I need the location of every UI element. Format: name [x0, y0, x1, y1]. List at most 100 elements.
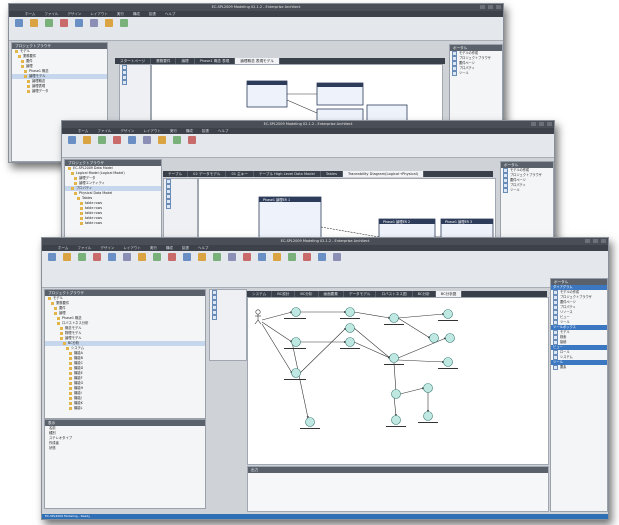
ribbon-button[interactable] [46, 253, 57, 269]
connector[interactable] [353, 341, 391, 359]
output-panel: 出力 [247, 466, 549, 512]
ribbon-button[interactable] [118, 19, 129, 35]
control-object[interactable] [423, 383, 433, 393]
diagram-tab[interactable]: テーブル [163, 171, 189, 177]
ribbon[interactable] [42, 251, 608, 288]
ribbon-button[interactable] [286, 253, 297, 269]
window-controls[interactable] [480, 5, 501, 9]
ribbon-button[interactable] [76, 253, 87, 269]
ribbon-button[interactable] [151, 253, 162, 269]
toolbox-item[interactable] [164, 204, 197, 209]
boundary-object[interactable] [291, 307, 301, 317]
window-controls[interactable] [585, 239, 606, 243]
diagram-canvas[interactable] [151, 64, 443, 124]
ribbon-button[interactable] [241, 253, 252, 269]
ribbon-button[interactable] [103, 19, 114, 35]
connector[interactable] [397, 337, 447, 359]
ribbon-button[interactable] [121, 253, 132, 269]
ribbon-button[interactable] [331, 253, 342, 269]
object-label [418, 422, 438, 423]
portal-panel: ポータル ダイアグラム モデルの作成 プロジェクトブラウザ 要件ページ プロパテ… [550, 278, 608, 512]
ribbon-button[interactable] [166, 253, 177, 269]
ribbon[interactable] [62, 134, 554, 158]
tree-item[interactable]: table rows [65, 221, 161, 226]
connector[interactable] [353, 311, 391, 319]
ribbon-button[interactable] [91, 253, 102, 269]
window-controls[interactable] [531, 122, 552, 126]
tree-item[interactable]: 機能L [45, 406, 205, 411]
connector[interactable] [299, 327, 347, 374]
ribbon-button[interactable] [141, 136, 152, 152]
diagram-tab[interactable]: 02 データモデル [188, 171, 227, 177]
entity-object[interactable] [391, 415, 401, 425]
ribbon[interactable] [9, 17, 503, 41]
control-object[interactable] [389, 353, 399, 363]
ribbon-button[interactable] [186, 136, 197, 152]
ribbon-button[interactable] [73, 19, 84, 35]
toolbox-item[interactable] [120, 80, 150, 85]
diagram-tab-active[interactable]: Traceability Diagram(Logical→Physical) [342, 171, 425, 177]
entity-object[interactable] [305, 417, 315, 427]
ribbon-button[interactable] [181, 253, 192, 269]
toolbox-item[interactable] [210, 315, 246, 320]
connector[interactable] [397, 359, 445, 364]
portal-item[interactable]: 要素 [551, 365, 607, 370]
ribbon-button[interactable] [196, 253, 207, 269]
ribbon-button[interactable] [156, 136, 167, 152]
diagram-tab[interactable]: 01 主キー [226, 171, 254, 177]
ribbon-button[interactable] [111, 136, 122, 152]
connector[interactable] [320, 226, 380, 238]
ribbon-button[interactable] [28, 19, 39, 35]
control-object[interactable] [391, 389, 401, 399]
connector[interactable] [397, 317, 431, 339]
entity-object[interactable] [423, 411, 433, 421]
control-object[interactable] [345, 337, 355, 347]
entity-object[interactable] [445, 333, 455, 343]
portal-item[interactable]: ツール [450, 71, 502, 76]
ribbon-button[interactable] [126, 136, 137, 152]
ribbon-button[interactable] [81, 136, 92, 152]
ribbon-button[interactable] [106, 253, 117, 269]
ribbon-button[interactable] [301, 253, 312, 269]
ribbon-button[interactable] [271, 253, 282, 269]
ribbon-button[interactable] [96, 136, 107, 152]
ribbon-button[interactable] [66, 136, 77, 152]
connector[interactable] [393, 395, 398, 417]
ribbon-button[interactable] [13, 19, 24, 35]
connector[interactable] [261, 321, 293, 343]
portal-item[interactable]: ツール [501, 188, 553, 193]
entity-object[interactable] [443, 309, 453, 319]
diagram-tabs[interactable]: テーブル 02 データモデル 01 主キー テーブル High Level Da… [163, 171, 493, 177]
diagram-canvas[interactable] [247, 297, 549, 465]
ribbon-button[interactable] [211, 253, 222, 269]
connector[interactable] [397, 312, 445, 319]
diagram-tab[interactable]: Tables [321, 171, 343, 177]
boundary-object[interactable] [291, 368, 301, 378]
diagram-tab[interactable]: テーブル High Level Data Model [254, 171, 321, 177]
object-label [340, 318, 360, 319]
ribbon-button[interactable] [256, 253, 267, 269]
connector[interactable] [353, 327, 391, 359]
ribbon-button[interactable] [88, 19, 99, 35]
entity-object[interactable] [443, 357, 453, 367]
object-label [384, 324, 404, 325]
ribbon-button[interactable] [61, 253, 72, 269]
ribbon-button[interactable] [171, 136, 182, 152]
entity-object[interactable] [429, 333, 439, 343]
control-object[interactable] [389, 313, 399, 323]
connector[interactable] [393, 362, 398, 393]
connector[interactable] [286, 99, 318, 114]
connector[interactable] [399, 387, 425, 395]
control-object[interactable] [345, 323, 355, 333]
ribbon-button[interactable] [226, 253, 237, 269]
tree-item[interactable]: 論理データ [12, 89, 107, 94]
ribbon-button[interactable] [43, 19, 54, 35]
ribbon-button[interactable] [316, 253, 327, 269]
ribbon-button[interactable] [136, 253, 147, 269]
control-object[interactable] [345, 307, 355, 317]
property-row[interactable]: 状態 [45, 446, 205, 451]
boundary-object[interactable] [291, 337, 301, 347]
robustness-diagram [254, 307, 458, 429]
ribbon-button[interactable] [58, 19, 69, 35]
actor-icon[interactable] [254, 309, 262, 325]
